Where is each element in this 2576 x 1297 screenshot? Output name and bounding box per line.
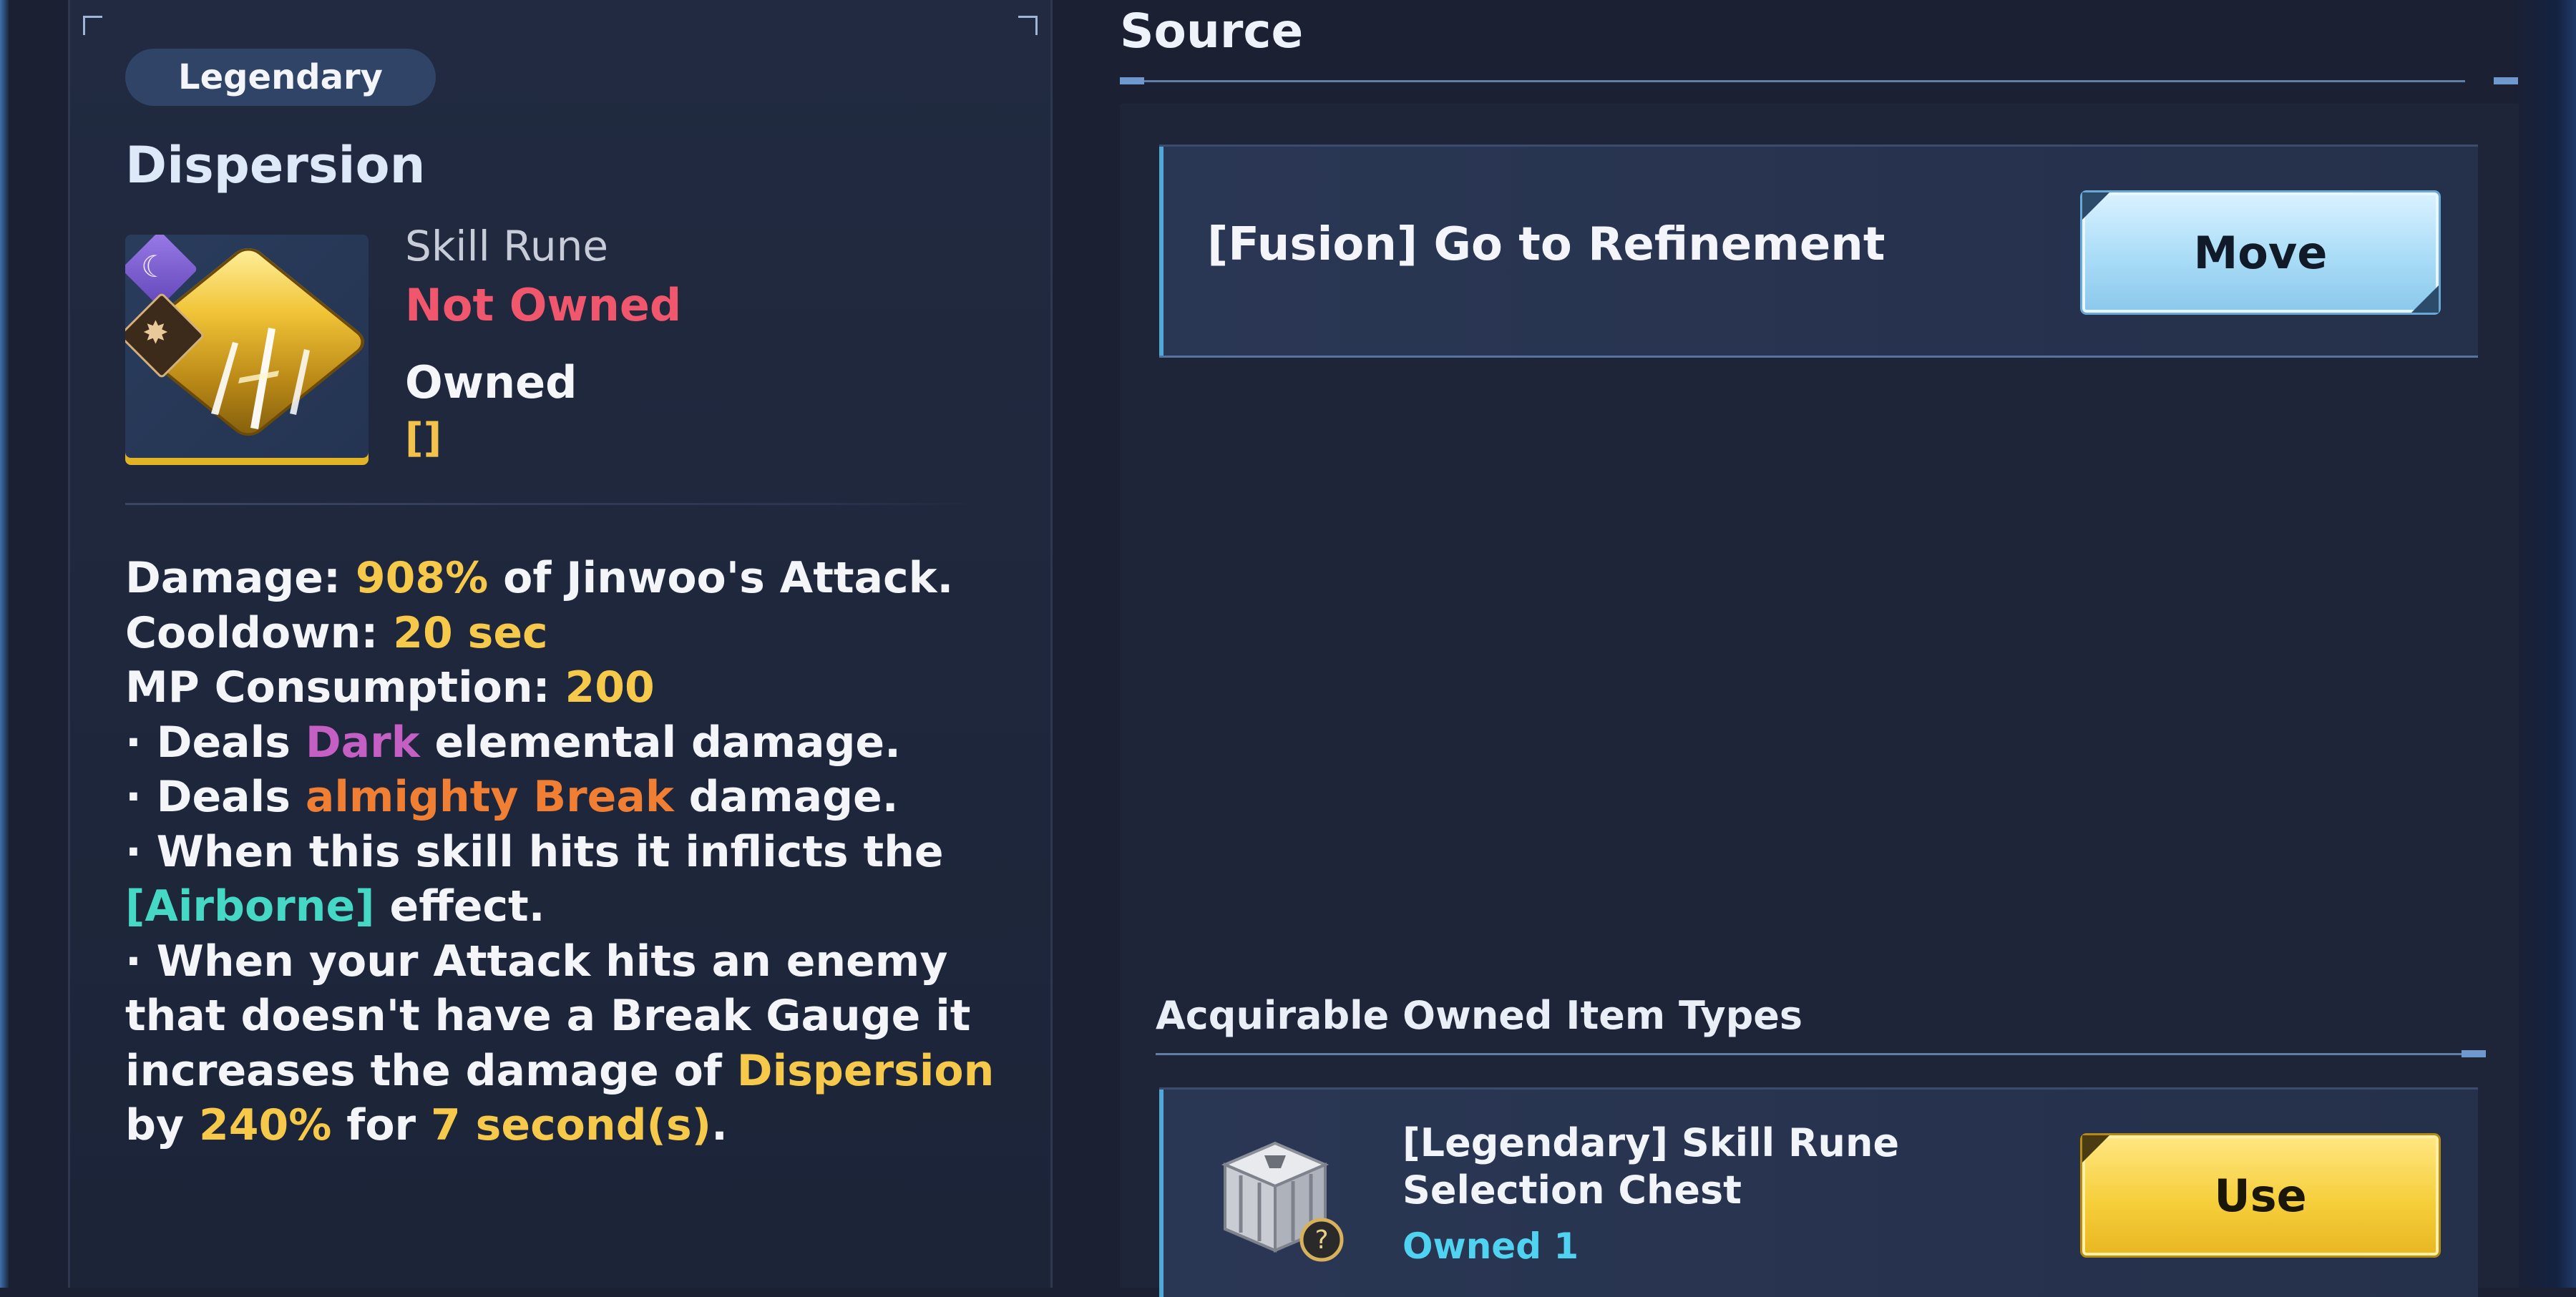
item-name: Dispersion xyxy=(125,136,426,195)
acquirable-divider xyxy=(1156,1053,2465,1055)
airborne-bullet-cont: [Airborne] effect. xyxy=(125,881,545,931)
source-title: Source xyxy=(1120,4,1304,59)
left-edge-frame xyxy=(0,0,9,1288)
crescent-moon-icon: ☾ xyxy=(141,249,168,284)
skill-rune-icon: ☾ ✸ xyxy=(125,235,369,465)
break-bullet: · Deals almighty Break damage. xyxy=(125,772,899,822)
move-button[interactable]: Move xyxy=(2082,192,2439,313)
passive-bullet-cont: by 240% for 7 second(s). xyxy=(125,1100,728,1150)
source-divider xyxy=(1120,80,2465,82)
rarity-badge: Legendary xyxy=(125,49,436,106)
passive-bullet-cont: increases the damage of Dispersion xyxy=(125,1045,995,1096)
chest-name-line: [Legendary] Skill Rune xyxy=(1402,1120,1900,1165)
element-bullet: · Deals Dark elemental damage. xyxy=(125,717,901,768)
chest-name-line: Selection Chest xyxy=(1402,1168,1742,1213)
frame-corner xyxy=(83,16,102,35)
passive-bullet: · When your Attack hits an enemy xyxy=(125,936,948,987)
owned-label: Owned xyxy=(405,356,577,408)
item-detail-panel: Legendary Dispersion ☾ ✸ Skill Rune Not … xyxy=(68,0,1053,1288)
use-button[interactable]: Use xyxy=(2082,1135,2439,1256)
mp-line: MP Consumption: 200 xyxy=(125,662,655,713)
acquirable-title: Acquirable Owned Item Types xyxy=(1156,993,1803,1038)
damage-line: Damage: 908% of Jinwoo's Attack. xyxy=(125,553,954,603)
burst-icon: ✸ xyxy=(142,315,169,351)
frame-corner xyxy=(1018,16,1038,35)
button-notch xyxy=(2082,192,2109,220)
ownership-status: Not Owned xyxy=(405,279,682,331)
chest-name: [Legendary] Skill Rune Selection Chest xyxy=(1402,1120,1946,1214)
airborne-bullet: · When this skill hits it inflicts the xyxy=(125,826,944,877)
chest-icon: ? xyxy=(1221,1141,1344,1262)
chest-owned-count: Owned 1 xyxy=(1402,1225,1579,1267)
acquirable-row: ? [Legendary] Skill Rune Selection Chest… xyxy=(1159,1087,2478,1297)
source-row: [Fusion] Go to Refinement Move xyxy=(1159,145,2478,358)
cooldown-line: Cooldown: 20 sec xyxy=(125,607,548,658)
passive-bullet-cont: that doesn't have a Break Gauge it xyxy=(125,991,971,1041)
row-accent xyxy=(1159,1090,1163,1297)
right-edge-frame xyxy=(2512,0,2576,1288)
owned-count: [] xyxy=(405,415,442,461)
use-button-label: Use xyxy=(2214,1169,2307,1222)
button-notch xyxy=(2082,1135,2109,1163)
svg-text:?: ? xyxy=(1314,1225,1328,1255)
divider-cap xyxy=(2494,77,2518,84)
item-type: Skill Rune xyxy=(405,222,609,270)
button-notch xyxy=(2411,285,2439,313)
divider-cap xyxy=(1120,77,1144,84)
divider xyxy=(125,503,984,505)
skill-description: Damage: 908% of Jinwoo's Attack. Cooldow… xyxy=(125,551,1055,1153)
move-button-label: Move xyxy=(2193,226,2328,279)
divider-cap xyxy=(2462,1050,2486,1057)
source-label: [Fusion] Go to Refinement xyxy=(1207,218,1885,271)
row-accent xyxy=(1159,147,1163,356)
